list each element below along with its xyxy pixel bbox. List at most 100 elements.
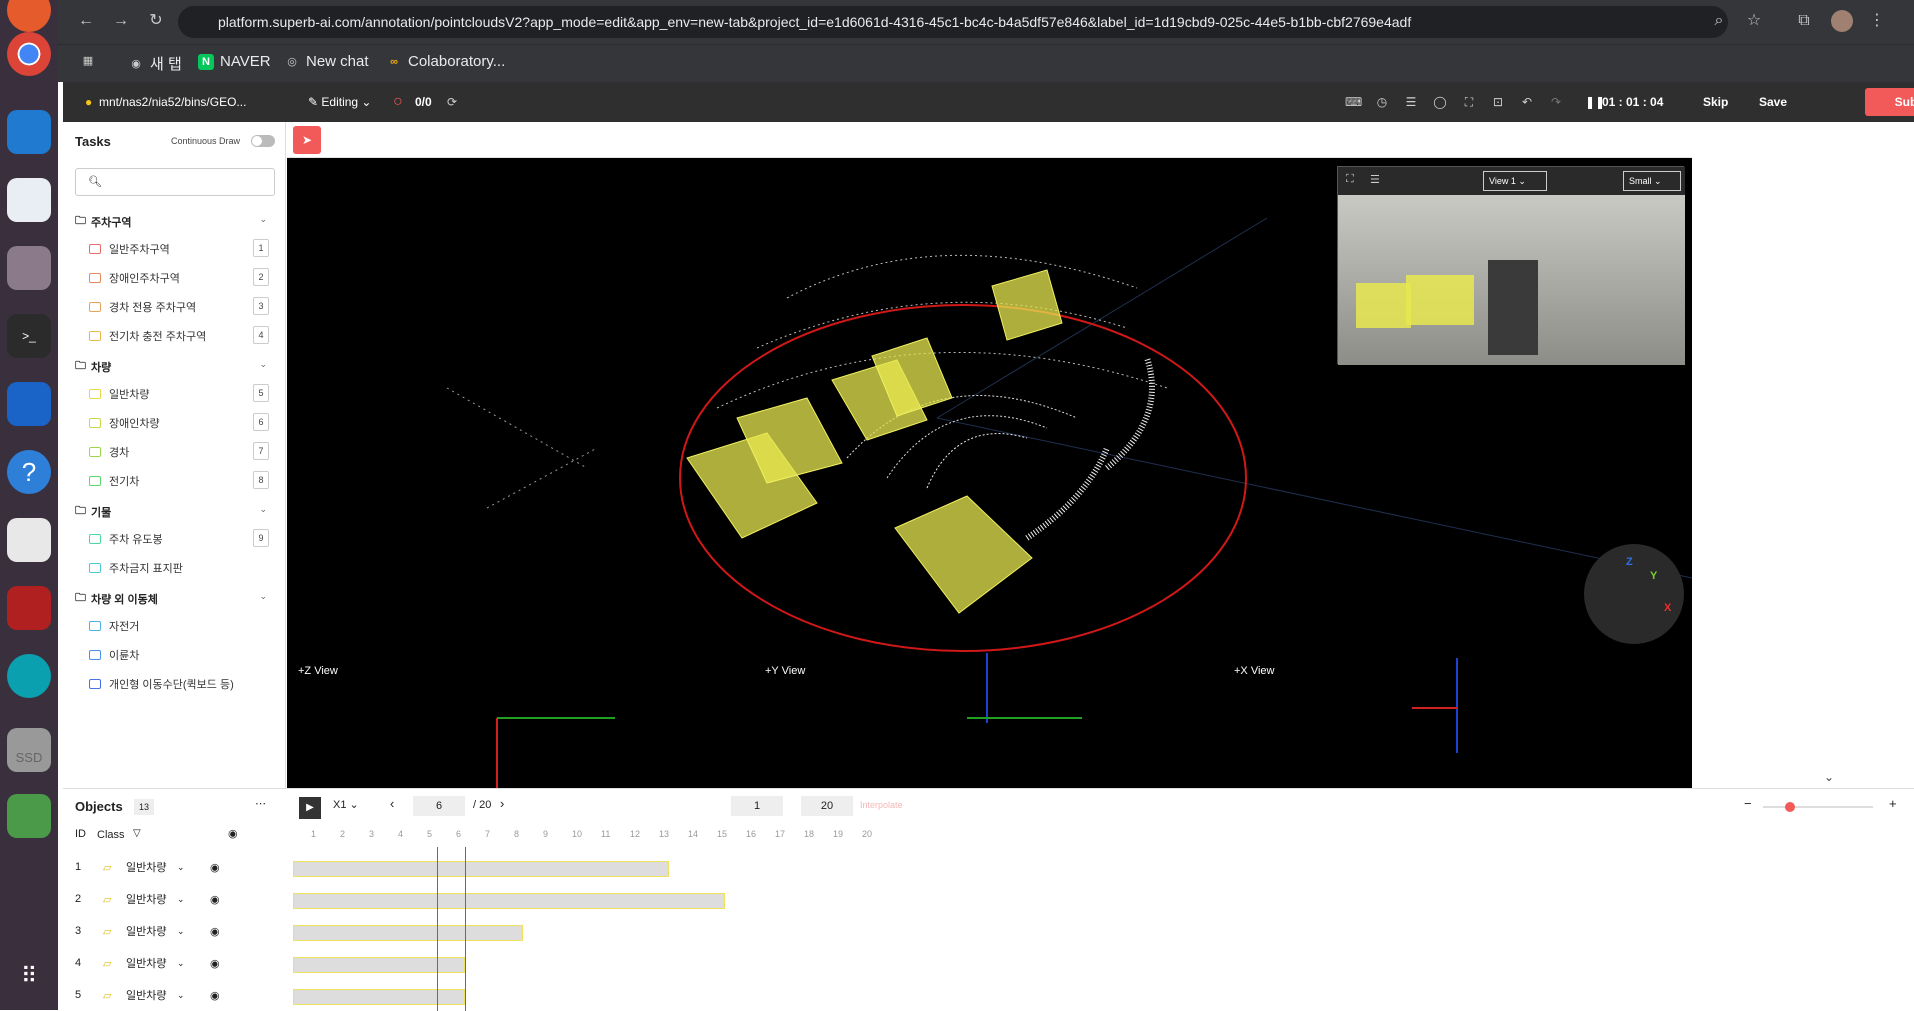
frame-input[interactable]: 6 [413,796,465,816]
pointcloud-viewer[interactable]: +Z View +Y View +X View ⛶ ☰ View 1 ⌄ Sma… [287,158,1692,788]
camera-settings-icon[interactable]: ☰ [1370,173,1380,186]
continuous-draw-toggle[interactable] [251,135,275,147]
class-item[interactable]: 전기차 충전 주차구역 [89,328,206,344]
class-item[interactable]: 이륜차 [89,647,139,663]
zoom-out-icon[interactable]: − [1744,796,1752,811]
object-row[interactable]: 3 ▱ 일반차량 ⌄ ◉ [63,915,287,947]
ssd-drive-icon[interactable]: SSD [7,728,51,772]
app-grid-icon[interactable]: ⠿ [7,954,51,998]
bookmark-colab[interactable]: ∞ Colaboratory... [386,53,505,70]
text-editor-icon[interactable] [7,178,51,222]
firefox-icon[interactable] [7,0,51,32]
chevron-down-icon[interactable]: ⌄ [259,359,267,370]
class-group-header[interactable]: 🗀︎ 주차구역 [75,212,131,231]
undo-icon[interactable]: ↶ [1519,94,1535,110]
bookmark-star-icon[interactable]: ☆ [1743,10,1765,32]
visibility-icon[interactable]: ◉ [228,827,238,840]
range-start-input[interactable]: 1 [731,796,783,816]
class-item[interactable]: 일반차량 [89,386,149,402]
chevron-down-icon[interactable]: ⌄ [259,504,267,515]
visibility-icon[interactable]: ◉ [210,893,220,906]
object-row[interactable]: 1 ▱ 일반차량 ⌄ ◉ [63,851,287,883]
document-viewer-icon[interactable] [7,518,51,562]
x-axis-icon[interactable]: X [1664,602,1671,614]
refresh-icon[interactable]: ⟳ [447,82,457,122]
visibility-icon[interactable]: ◉ [210,989,220,1002]
play-button[interactable]: ▶ [299,797,321,819]
z-axis-icon[interactable]: Z [1626,556,1633,568]
track-bar[interactable] [293,925,523,941]
save-button[interactable]: Save [1759,82,1787,122]
speed-select[interactable]: X1 ⌄ [333,798,359,811]
redo-icon[interactable]: ↷ [1548,94,1564,110]
extensions-icon[interactable]: ⧉ [1793,10,1815,32]
help-icon[interactable]: ? [7,450,51,494]
chevron-down-icon[interactable]: ⌄ [259,214,267,225]
zoom-slider[interactable] [1763,802,1873,812]
address-bar[interactable]: platform.superb-ai.com/annotation/pointc… [178,6,1728,38]
object-row[interactable]: 5 ▱ 일반차량 ⌄ ◉ [63,979,287,1011]
more-icon[interactable]: ⋯ [255,797,266,810]
back-icon[interactable]: ← [75,10,97,32]
class-item[interactable]: 자전거 [89,618,139,634]
timeline-track[interactable] [293,847,853,1011]
zoom-in-icon[interactable]: + [1889,796,1897,811]
chevron-down-icon[interactable]: ⌄ [177,894,185,905]
range-end-input[interactable]: 20 [801,796,853,816]
mode-dropdown[interactable]: ✎ Editing ⌄ [308,82,371,122]
menu-icon[interactable]: ⋮ [1866,10,1888,32]
object-row[interactable]: 2 ▱ 일반차량 ⌄ ◉ [63,883,287,915]
view-select[interactable]: View 1 ⌄ [1483,171,1547,191]
class-item[interactable]: 일반주차구역 [89,241,170,257]
class-item[interactable]: 개인형 이동수단(퀵보드 등) [89,676,234,692]
screen-app-icon[interactable] [7,586,51,630]
trash-icon[interactable] [7,794,51,838]
settings-sliders-icon[interactable]: ☰ [1403,94,1419,110]
chevron-down-icon[interactable]: ⌄ [177,862,185,873]
collapse-icon[interactable]: ⌄ [1824,770,1834,784]
visibility-icon[interactable]: ◉ [210,861,220,874]
focus-icon[interactable]: ⊡ [1490,94,1506,110]
class-item[interactable]: 전기차 [89,473,139,489]
playhead[interactable] [437,847,466,1011]
profile-avatar[interactable] [1831,10,1853,32]
class-item[interactable]: 장애인주차구역 [89,270,180,286]
bookmark-naver[interactable]: N NAVER [198,53,271,70]
orientation-gizmo[interactable]: Z Y X [1584,544,1684,644]
class-item[interactable]: 장애인차량 [89,415,160,431]
class-group-header[interactable]: 🗀︎ 기물 [75,502,111,521]
visibility-icon[interactable]: ◉ [210,925,220,938]
submit-button[interactable]: Submit [1865,88,1914,116]
class-item[interactable]: 경차 [89,444,129,460]
class-group-header[interactable]: 🗀︎ 차량 외 이동체 [75,589,158,608]
comment-icon[interactable]: ◯ [1432,94,1448,110]
y-axis-icon[interactable]: Y [1650,570,1657,582]
track-bar[interactable] [293,893,725,909]
filter-icon[interactable]: ▽ [133,828,141,839]
bookmark-new-tab[interactable]: ◉ 새 탭 [128,53,182,74]
history-icon[interactable]: ◷ [1374,94,1390,110]
class-group-header[interactable]: 🗀︎ 차량 [75,357,111,376]
chevron-down-icon[interactable]: ⌄ [177,958,185,969]
zoom-icon[interactable]: ⌕ [1708,10,1730,32]
class-item[interactable]: 주차금지 표지판 [89,560,183,576]
forward-icon[interactable]: → [110,10,132,32]
search-input[interactable]: 🔍︎ [75,168,275,196]
size-select[interactable]: Small ⌄ [1623,171,1681,191]
reload-icon[interactable]: ↻ [145,10,167,32]
chevron-down-icon[interactable]: ⌄ [259,591,267,602]
select-tool-icon[interactable]: ➤ [293,126,321,154]
object-row[interactable]: 4 ▱ 일반차량 ⌄ ◉ [63,947,287,979]
prev-frame-icon[interactable]: ‹ [390,796,394,811]
arduino-icon[interactable] [7,654,51,698]
vscode-icon[interactable] [7,110,51,154]
track-bar[interactable] [293,861,669,877]
chevron-down-icon[interactable]: ⌄ [177,926,185,937]
bookmark-new-chat[interactable]: ◎ New chat [284,53,368,70]
files-icon[interactable] [7,246,51,290]
class-item[interactable]: 주차 유도봉 [89,531,163,547]
chevron-down-icon[interactable]: ⌄ [177,990,185,1001]
keyboard-icon[interactable]: ⌨ [1345,94,1362,110]
impress-icon[interactable] [7,382,51,426]
fit-view-icon[interactable]: ⛶ [1461,94,1477,110]
